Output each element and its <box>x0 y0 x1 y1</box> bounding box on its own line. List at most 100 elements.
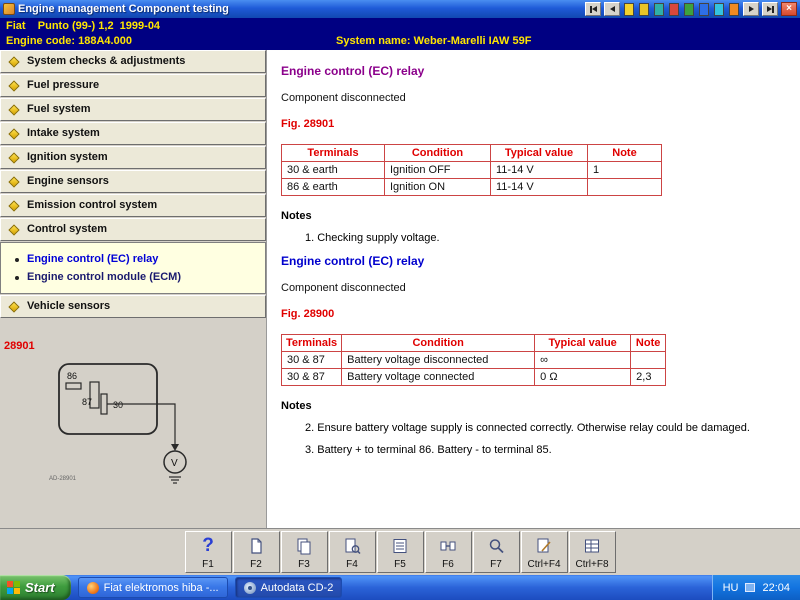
title-bar: Engine management Component testing × <box>0 0 800 18</box>
diamond-icon <box>8 301 20 313</box>
nav-first-icon[interactable] <box>585 2 601 16</box>
sidebar-item-intake-system[interactable]: Intake system <box>0 122 266 145</box>
f2-button[interactable]: F2 <box>232 531 280 573</box>
cell: 30 & earth <box>281 161 385 179</box>
figure-number: 28901 <box>4 340 35 352</box>
f4-button[interactable]: F4 <box>328 531 376 573</box>
cell: 2,3 <box>630 368 667 386</box>
document-icon <box>246 535 266 557</box>
diamond-icon <box>8 224 20 236</box>
pin-87-label: 87 <box>82 397 92 407</box>
table-header-row: Terminals Condition Typical value Note <box>281 144 662 162</box>
diamond-icon <box>8 176 20 188</box>
diagram-caption: AD-28901 <box>49 476 77 482</box>
relay-circuit-diagram: 86 87 30 V AD-28901 <box>45 358 266 489</box>
f5-button[interactable]: F5 <box>376 531 424 573</box>
taskbar-item-autodata[interactable]: Autodata CD-2 <box>234 577 343 598</box>
taskbar-item-browser[interactable]: Fiat elektromos hiba -... <box>77 577 228 598</box>
sidebar-item-engine-sensors[interactable]: Engine sensors <box>0 170 266 193</box>
task-label: Fiat elektromos hiba -... <box>103 581 219 594</box>
f1-help-button[interactable]: ? F1 <box>184 531 232 573</box>
sidebar-item-label: Vehicle sensors <box>27 300 111 312</box>
note-item: 2. Ensure battery voltage supply is conn… <box>305 422 750 434</box>
tray-status-icon[interactable] <box>745 583 756 592</box>
cell: 0 Ω <box>534 368 632 386</box>
ctrl-f8-button[interactable]: Ctrl+F8 <box>568 531 616 573</box>
f6-button[interactable]: F6 <box>424 531 472 573</box>
key-label: F5 <box>394 559 406 570</box>
f7-button[interactable]: F7 <box>472 531 520 573</box>
function-key-toolbar: ? F1 F2 F3 F4 F5 F6 F7 Ctrl+F4 Ctrl+F8 <box>0 528 800 575</box>
cell: 11-14 V <box>490 161 588 179</box>
start-button[interactable]: Start <box>0 575 71 600</box>
sidebar-item-label: Fuel pressure <box>27 79 100 91</box>
doc-cyan-icon[interactable] <box>714 2 724 16</box>
note-item: 1. Checking supply voltage. <box>305 232 440 244</box>
key-label: Ctrl+F4 <box>527 559 561 570</box>
cell: 1 <box>587 161 662 179</box>
col-condition: Condition <box>384 144 491 162</box>
diamond-icon <box>8 152 20 164</box>
doc-gold-icon[interactable] <box>639 2 649 16</box>
sidebar-item-system-checks[interactable]: System checks & adjustments <box>0 50 266 73</box>
firefox-icon <box>86 581 99 594</box>
key-label: F6 <box>442 559 454 570</box>
cell: 30 & 87 <box>280 351 343 369</box>
language-indicator[interactable]: HU <box>723 582 739 594</box>
sidebar-item-label: Ignition system <box>27 151 108 163</box>
key-label: F7 <box>490 559 502 570</box>
doc-yellow-icon[interactable] <box>624 2 634 16</box>
sidebar-item-ignition-system[interactable]: Ignition system <box>0 146 266 169</box>
cell <box>630 351 667 369</box>
pin-30-label: 30 <box>113 400 123 410</box>
section-title-link[interactable]: Engine control (EC) relay <box>281 254 790 268</box>
sidebar-item-fuel-system[interactable]: Fuel system <box>0 98 266 121</box>
col-typical-value: Typical value <box>534 334 632 352</box>
grid-icon <box>582 535 602 557</box>
col-terminals: Terminals <box>280 334 343 352</box>
windows-flag-icon <box>7 581 20 594</box>
doc-orange-icon[interactable] <box>729 2 739 16</box>
notes-title: Notes <box>281 210 312 222</box>
note-item: 3. Battery + to terminal 86. Battery - t… <box>305 444 552 456</box>
nav-last-icon[interactable] <box>762 2 778 16</box>
vehicle-make-model: Fiat Punto (99-) 1,2 1999-04 <box>6 20 161 32</box>
sidebar-item-label: Emission control system <box>27 199 158 211</box>
documents-icon <box>294 535 314 557</box>
cell: 30 & 87 <box>280 368 343 386</box>
cell <box>587 178 662 196</box>
diamond-icon <box>8 80 20 92</box>
relay-diagram-svg: 86 87 30 V AD-28901 <box>49 363 187 484</box>
start-label: Start <box>25 580 55 595</box>
probe-icon <box>486 535 506 557</box>
notes-title: Notes <box>281 400 312 412</box>
sidebar-item-fuel-pressure[interactable]: Fuel pressure <box>0 74 266 97</box>
f3-button[interactable]: F3 <box>280 531 328 573</box>
sidebar-item-label: Intake system <box>27 127 100 139</box>
col-note: Note <box>630 334 667 352</box>
nav-next-icon[interactable] <box>743 2 759 16</box>
ctrl-f4-button[interactable]: Ctrl+F4 <box>520 531 568 573</box>
table-row: 86 & earth Ignition ON 11-14 V <box>281 178 662 196</box>
submenu-item-ec-relay[interactable]: Engine control (EC) relay <box>13 250 261 268</box>
sidebar-item-vehicle-sensors[interactable]: Vehicle sensors <box>0 295 266 318</box>
sidebar: System checks & adjustments Fuel pressur… <box>0 50 266 528</box>
doc-red-icon[interactable] <box>669 2 679 16</box>
task-label: Autodata CD-2 <box>260 581 334 594</box>
main-content: Engine control (EC) relay Component disc… <box>266 50 800 528</box>
doc-blue-icon[interactable] <box>699 2 709 16</box>
sidebar-item-emission-control[interactable]: Emission control system <box>0 194 266 217</box>
table-row: 30 & earth Ignition OFF 11-14 V 1 <box>281 161 662 179</box>
bullet-icon <box>15 276 19 280</box>
doc-green-icon[interactable] <box>684 2 694 16</box>
sidebar-item-control-system[interactable]: Control system <box>0 218 266 241</box>
key-label: Ctrl+F8 <box>575 559 609 570</box>
doc-teal-icon[interactable] <box>654 2 664 16</box>
nav-prev-icon[interactable] <box>604 2 620 16</box>
spec-table-2: Terminals Condition Typical value Note 3… <box>280 334 667 386</box>
close-icon[interactable]: × <box>781 2 797 16</box>
col-note: Note <box>587 144 662 162</box>
submenu-item-ecm[interactable]: Engine control module (ECM) <box>13 268 261 286</box>
page-icon <box>534 535 554 557</box>
engine-code: Engine code: 188A4.000 <box>6 35 132 47</box>
